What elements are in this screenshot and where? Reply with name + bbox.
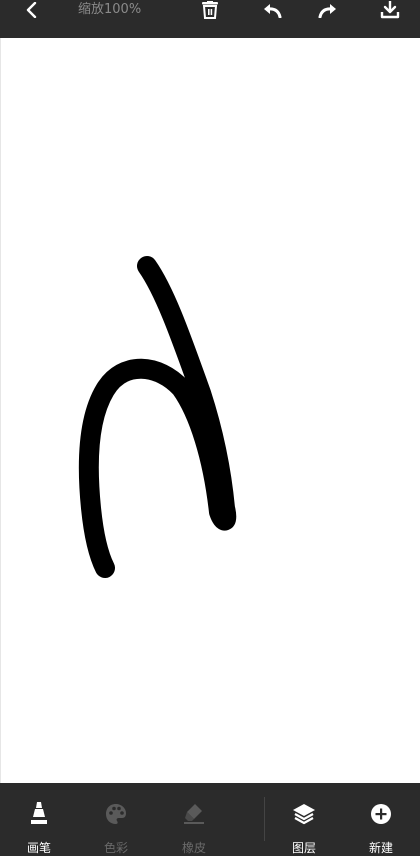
tool-new-label: 新建 (368, 841, 393, 855)
undo-button[interactable] (254, 0, 290, 20)
pen-icon (31, 802, 47, 824)
tool-layers[interactable]: 图层 (274, 783, 334, 856)
redo-button[interactable] (310, 0, 346, 20)
drawing-canvas[interactable] (0, 38, 420, 783)
trash-icon (202, 1, 218, 19)
canvas-drawing (78, 256, 237, 578)
brush-stroke (78, 256, 237, 578)
tool-eraser[interactable]: 橡皮 (164, 783, 224, 856)
redo-icon (318, 4, 336, 18)
tool-color-label: 色彩 (103, 841, 128, 855)
back-button[interactable] (14, 0, 50, 20)
palette-icon (106, 804, 126, 824)
tool-pen[interactable]: 画笔 (9, 783, 69, 856)
plus-circle-icon (371, 804, 391, 824)
tool-color[interactable]: 色彩 (86, 783, 146, 856)
download-button[interactable] (372, 0, 408, 20)
tool-pen-label: 画笔 (26, 841, 51, 855)
delete-button[interactable] (192, 0, 228, 20)
top-bar: 缩放100% (0, 0, 420, 38)
back-chevron-icon (26, 2, 37, 18)
tool-new[interactable]: 新建 (351, 783, 411, 856)
layers-icon (293, 804, 315, 825)
download-icon (380, 1, 400, 19)
zoom-level-label: 缩放100% (78, 2, 142, 17)
drawing-app: 缩放100% 画笔 色彩 橡皮 图层 新建 (0, 0, 420, 856)
bottom-toolbar: 画笔 色彩 橡皮 图层 新建 (0, 783, 420, 856)
tool-layers-label: 图层 (291, 841, 316, 855)
undo-icon (264, 4, 282, 18)
tool-eraser-label: 橡皮 (181, 841, 206, 855)
toolbar-divider (264, 797, 265, 841)
eraser-icon (184, 804, 204, 824)
